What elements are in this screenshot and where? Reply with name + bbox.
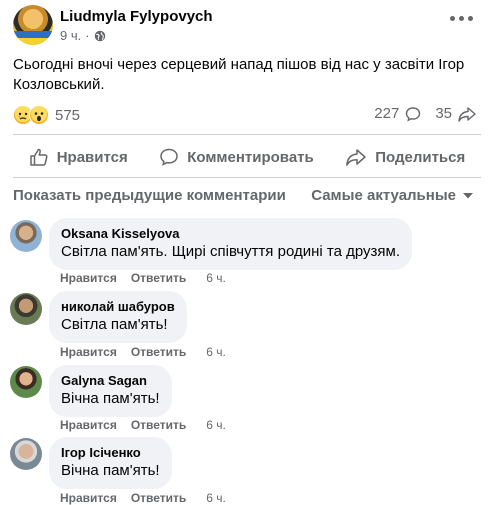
comment-count[interactable]: 227 bbox=[374, 105, 399, 122]
comment-reply-button[interactable]: Ответить bbox=[131, 345, 186, 359]
comment-bubble: Ігор Ісіченко Вічна пам'ять! bbox=[49, 437, 172, 489]
reaction-count: 575 bbox=[55, 106, 81, 124]
post-text: Сьогодні вночі через серцевий напад пішо… bbox=[13, 56, 465, 93]
chevron-down-icon bbox=[463, 192, 473, 198]
comment-button[interactable]: Комментировать bbox=[159, 147, 314, 167]
divider bbox=[13, 177, 481, 178]
share-button[interactable]: Поделиться bbox=[345, 147, 465, 167]
commenter-avatar[interactable] bbox=[10, 366, 42, 398]
comment-like-button[interactable]: Нравится bbox=[60, 271, 117, 285]
comment-time[interactable]: 6 ч. bbox=[206, 418, 226, 432]
post-stats: 227 35 bbox=[374, 105, 476, 122]
comment-like-button[interactable]: Нравится bbox=[60, 345, 117, 359]
comment-time[interactable]: 6 ч. bbox=[206, 271, 226, 285]
commenter-avatar[interactable] bbox=[10, 438, 42, 470]
commenter-avatar[interactable] bbox=[10, 293, 42, 325]
sort-comments-dropdown[interactable]: Самые актуальные bbox=[311, 187, 474, 204]
post-actions: Нравится Комментировать Поделиться bbox=[13, 143, 481, 171]
comment-text: Світла пам'ять! bbox=[61, 316, 168, 333]
comment-label: Комментировать bbox=[187, 148, 314, 166]
author-avatar[interactable] bbox=[13, 5, 53, 45]
comment-bubble-icon bbox=[160, 148, 178, 166]
comment-actions: Нравится Ответить 6 ч. bbox=[60, 345, 226, 359]
comment-like-button[interactable]: Нравится bbox=[60, 491, 117, 505]
comment-actions: Нравится Ответить 6 ч. bbox=[60, 418, 226, 432]
comment-bubble: Oksana Kisselyova Світла пам'ять. Щирі с… bbox=[49, 218, 412, 270]
share-count[interactable]: 35 bbox=[435, 105, 452, 122]
comment-reply-button[interactable]: Ответить bbox=[131, 418, 186, 432]
reactions-summary[interactable]: 575 bbox=[13, 105, 80, 125]
share-arrow-icon bbox=[346, 149, 366, 166]
more-options-icon[interactable] bbox=[450, 14, 474, 22]
comment-count-icon bbox=[406, 106, 421, 121]
commenter-name[interactable]: николай шабуров bbox=[61, 299, 175, 315]
commenter-name[interactable]: Ігор Ісіченко bbox=[61, 445, 160, 461]
thumbs-up-icon bbox=[29, 148, 48, 166]
post-meta: 9 ч. · bbox=[60, 28, 106, 43]
comment-bubble: николай шабуров Світла пам'ять! bbox=[49, 291, 187, 343]
share-count-icon bbox=[458, 106, 476, 122]
wow-reaction-icon bbox=[29, 105, 49, 125]
post-time[interactable]: 9 ч. bbox=[60, 28, 81, 43]
comment-reply-button[interactable]: Ответить bbox=[131, 271, 186, 285]
author-name[interactable]: Liudmyla Fylypovych bbox=[60, 8, 213, 25]
sort-label: Самые актуальные bbox=[311, 187, 456, 204]
comment-bubble: Galyna Sagan Вічна пам'ять! bbox=[49, 365, 172, 417]
share-label: Поделиться bbox=[375, 148, 466, 166]
commenter-avatar[interactable] bbox=[10, 220, 42, 252]
comment-actions: Нравится Ответить 6 ч. bbox=[60, 271, 226, 285]
comment-like-button[interactable]: Нравится bbox=[60, 418, 117, 432]
globe-icon bbox=[94, 30, 105, 41]
comment-actions: Нравится Ответить 6 ч. bbox=[60, 491, 226, 505]
comment-text: Вічна пам'ять! bbox=[61, 462, 160, 479]
comment-time[interactable]: 6 ч. bbox=[206, 345, 226, 359]
commenter-name[interactable]: Galyna Sagan bbox=[61, 373, 160, 389]
show-previous-comments-link[interactable]: Показать предыдущие комментарии bbox=[13, 187, 286, 204]
comment-time[interactable]: 6 ч. bbox=[206, 491, 226, 505]
like-label: Нравится bbox=[56, 148, 128, 166]
like-button[interactable]: Нравится bbox=[29, 147, 128, 167]
divider bbox=[13, 134, 481, 135]
commenter-name[interactable]: Oksana Kisselyova bbox=[61, 226, 400, 242]
comment-reply-button[interactable]: Ответить bbox=[131, 491, 186, 505]
comment-text: Вічна пам'ять! bbox=[61, 390, 160, 407]
comment-text: Світла пам'ять. Щирі співчуття родині та… bbox=[61, 243, 400, 260]
